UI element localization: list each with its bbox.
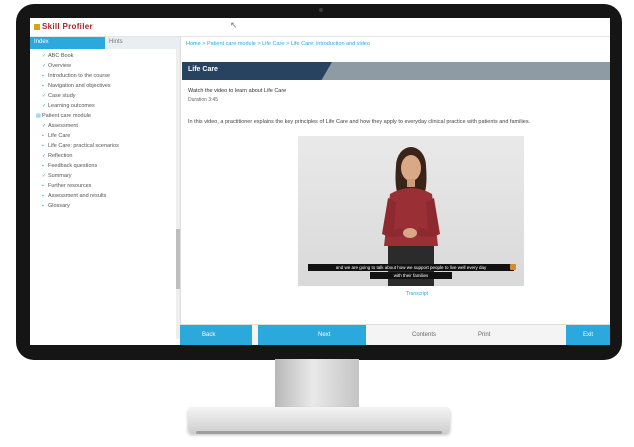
sidebar-item[interactable]: ▪ Introduction to the course [30,71,180,81]
logo-text: Skill Profiler [42,22,93,31]
sidebar-item-label: Assessment and results [48,193,107,199]
sidebar-item[interactable]: ▪ Further resources [30,181,180,191]
sidebar-item-label: Patient care module [42,113,91,119]
sidebar-item[interactable]: ✓ Learning outcomes [30,101,180,111]
sidebar-item-label: ABC Book [48,53,74,59]
sidebar-item[interactable]: ✓ Summary [30,171,180,181]
footer-bar: Back Next Contents Print Exit [180,324,610,345]
logo-icon [34,23,40,30]
body-paragraph: In this video, a practitioner explains t… [188,119,531,125]
subtitle-line-2: with their families [370,272,452,279]
pointer-icon: ↖ [230,20,238,30]
tab-hints[interactable]: Hints [105,37,180,49]
page-banner: Life Care [182,62,610,80]
app-logo[interactable]: Skill Profiler [34,22,93,31]
sidebar-nav: ✓ ABC Book ✓ Overview ▪ Introduction to the c… [30,49,180,211]
sidebar-tabs: Index Hints [30,37,180,49]
exit-button[interactable]: Exit [566,325,610,345]
sidebar-item-label: Introduction to the course [48,73,111,79]
top-bar: Skill Profiler ↖ [30,18,610,37]
intro-text: Watch the video to learn about Life Care [188,88,287,94]
sidebar-item[interactable]: ▤Patient care module [30,111,180,121]
sidebar-item-label: Assessment [48,123,78,129]
sidebar-item-label: Glossary [48,203,70,209]
banner-title-block: Life Care [182,62,332,80]
sidebar-item[interactable]: ✓ Case study [30,91,180,101]
closed-captions-icon[interactable] [510,264,516,270]
monitor-stand-base [188,407,450,433]
sidebar: Index Hints ✓ ABC Book ✓ Overview ▪ Introduct… [30,37,181,345]
transcript-link[interactable]: Transcript [406,291,428,297]
page-title: Life Care [188,66,218,73]
sidebar-item-label: Reflection [48,153,73,159]
sidebar-item[interactable]: ✓ ABC Book [30,51,180,61]
webcam-dot [319,8,323,12]
sidebar-item-label: Life Care: practical scenarios [48,143,119,149]
sidebar-item[interactable]: ✓ Overview [30,61,180,71]
sidebar-item-label: Overview [48,63,71,69]
breadcrumb[interactable]: Home > Patient care module > Life Care >… [186,41,370,47]
sidebar-item[interactable]: ✓ Assessment [30,121,180,131]
sidebar-item-label: Navigation and objectives [48,83,111,89]
print-link[interactable]: Print [478,325,490,345]
monitor-stand-neck [275,359,359,411]
subtitle-line-1: and we are going to talk about how we su… [308,264,514,271]
back-button[interactable]: Back [180,325,252,345]
sidebar-item-label: Further resources [48,183,92,189]
sidebar-item-label: Summary [48,173,72,179]
sidebar-scrollbar[interactable] [176,49,180,339]
sidebar-item[interactable]: ▪ Life Care: practical scenarios [30,141,180,151]
sidebar-item-label: Learning outcomes [48,103,95,109]
sidebar-item-label: Life Care [48,133,71,139]
sidebar-item[interactable]: ▪ Glossary [30,201,180,211]
monitor-bezel: Skill Profiler ↖ Index Hints ✓ ABC Book ✓ O… [16,4,622,360]
main-content: Home > Patient care module > Life Care >… [182,37,610,345]
sidebar-item-label: Feedback questions [48,163,98,169]
tab-index[interactable]: Index [30,37,105,49]
sidebar-item[interactable]: ✓ Reflection [30,151,180,161]
scrollbar-thumb[interactable] [176,229,180,289]
sidebar-item[interactable]: ▪ Feedback questions [30,161,180,171]
monitor-stand-edge [196,431,442,434]
next-button[interactable]: Next [258,325,366,345]
screen: Skill Profiler ↖ Index Hints ✓ ABC Book ✓ O… [30,18,610,345]
contents-link[interactable]: Contents [412,325,436,345]
sidebar-item[interactable]: ▪ Assessment and results [30,191,180,201]
sidebar-item[interactable]: ▪ Life Care [30,131,180,141]
video-player[interactable]: and we are going to talk about how we su… [298,136,524,286]
sidebar-item[interactable]: ▪ Navigation and objectives [30,81,180,91]
sidebar-item-label: Case study [48,93,76,99]
intro-subtext: Duration 3:45 [188,97,219,103]
